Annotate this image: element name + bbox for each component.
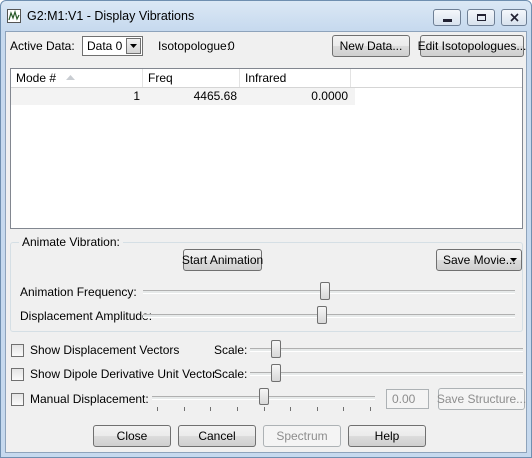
help-button[interactable]: Help	[348, 425, 426, 447]
slider-tick	[183, 407, 185, 411]
slider-tick	[210, 407, 212, 411]
animation-frequency-slider[interactable]	[320, 282, 331, 300]
manual-displacement-label: Manual Displacement:	[30, 392, 149, 406]
sort-ascending-icon	[66, 75, 75, 80]
maximize-button[interactable]	[467, 9, 495, 26]
close-button[interactable]: Close	[93, 425, 171, 447]
dipole-scale-track[interactable]	[250, 372, 523, 376]
save-structure-button[interactable]: Save Structure...	[437, 388, 526, 410]
slider-tick	[236, 407, 238, 411]
cell-infrared: 0.0000	[311, 89, 348, 103]
new-data-button[interactable]: New Data...	[332, 35, 410, 57]
minimize-icon	[442, 18, 452, 22]
displacement-scale-track[interactable]	[250, 348, 523, 352]
displacement-amplitude-label: Displacement Amplitude:	[20, 309, 153, 323]
manual-displacement-value[interactable]: 0.00	[386, 389, 429, 409]
app-icon	[7, 9, 21, 23]
vibrations-table[interactable]: Mode # Freq Infrared 1 4465.68 0.0000	[10, 68, 523, 229]
save-movie-label: Save Movie...	[443, 253, 516, 267]
edit-isotopologues-button[interactable]: Edit Isotopologues...	[418, 35, 526, 57]
title-bar[interactable]: G2:M1:V1 - Display Vibrations	[1, 1, 531, 31]
dialog-client: Active Data: Data 0 Isotopologue: 0 New …	[5, 31, 527, 453]
cell-freq: 4465.68	[193, 89, 237, 103]
chevron-down-icon	[510, 258, 517, 262]
cancel-button[interactable]: Cancel	[178, 425, 256, 447]
displacement-scale-label: Scale:	[214, 343, 248, 357]
displacement-amplitude-track[interactable]	[143, 314, 515, 318]
dipole-scale-label: Scale:	[214, 367, 248, 381]
active-data-label: Active Data:	[10, 39, 75, 53]
slider-tick	[157, 407, 158, 411]
displacement-amplitude-slider[interactable]	[316, 306, 327, 324]
display-vibrations-window: G2:M1:V1 - Display Vibrations Active Dat…	[0, 0, 532, 458]
cell-mode: 1	[133, 89, 140, 103]
show-displacement-vectors-checkbox[interactable]	[11, 344, 24, 357]
maximize-icon	[476, 14, 486, 21]
slider-tick	[343, 407, 345, 411]
minimize-button[interactable]	[433, 9, 461, 26]
slider-tick	[316, 407, 318, 411]
start-animation-button[interactable]: Start Animation	[182, 249, 263, 271]
show-displacement-vectors-label: Show Displacement Vectors	[30, 343, 180, 357]
column-header-freq[interactable]: Freq	[143, 69, 240, 87]
slider-tick	[370, 407, 371, 411]
chevron-down-icon[interactable]	[126, 38, 141, 54]
active-data-select[interactable]: Data 0	[82, 36, 143, 56]
animate-vibration-label: Animate Vibration:	[19, 235, 123, 249]
isotopologue-value: 0	[228, 39, 235, 53]
column-header-mode[interactable]: Mode #	[11, 69, 143, 87]
show-dipole-vector-label: Show Dipole Derivative Unit Vector	[30, 367, 217, 381]
isotopologue-label: Isotopologue:	[158, 39, 231, 53]
animation-frequency-label: Animation Frequency:	[20, 285, 137, 299]
displacement-scale-slider[interactable]	[271, 340, 282, 358]
manual-displacement-checkbox[interactable]	[11, 393, 24, 406]
slider-tick	[290, 407, 292, 411]
window-title: G2:M1:V1 - Display Vibrations	[27, 9, 195, 23]
dipole-scale-slider[interactable]	[271, 364, 282, 382]
show-dipole-vector-checkbox[interactable]	[11, 368, 24, 381]
manual-displacement-slider[interactable]	[258, 388, 269, 405]
save-movie-button[interactable]: Save Movie...	[436, 249, 522, 271]
table-header: Mode # Freq Infrared	[11, 69, 522, 88]
close-icon	[509, 13, 519, 22]
close-window-button[interactable]	[501, 9, 527, 26]
column-header-infrared[interactable]: Infrared	[240, 69, 351, 87]
active-data-value: Data 0	[87, 39, 123, 53]
table-row[interactable]: 1 4465.68 0.0000	[11, 88, 355, 105]
slider-tick	[263, 407, 265, 411]
spectrum-button[interactable]: Spectrum	[263, 425, 341, 447]
